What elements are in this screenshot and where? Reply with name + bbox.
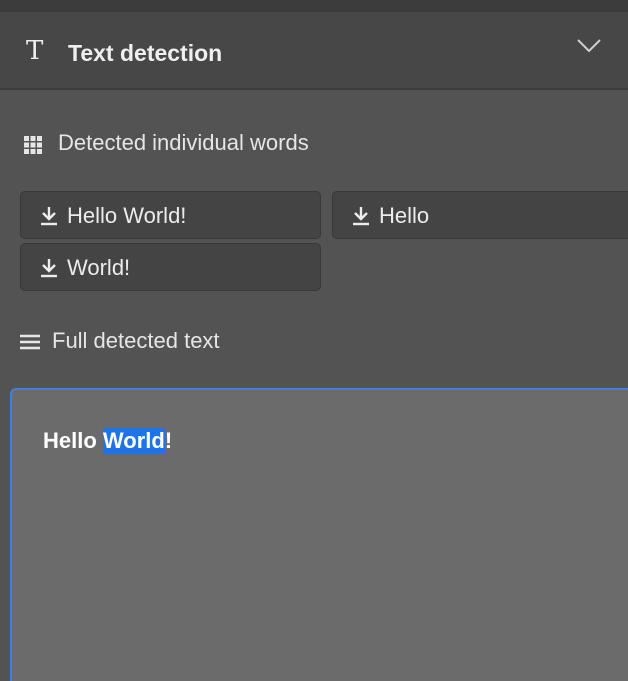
text-detection-header[interactable]: T Text detection bbox=[0, 12, 628, 90]
grid-icon bbox=[24, 136, 42, 159]
top-strip bbox=[0, 0, 628, 12]
full-text-content[interactable]: Hello World! bbox=[43, 428, 172, 454]
chevron-down-icon[interactable] bbox=[576, 38, 602, 59]
word-button-label: Hello bbox=[379, 203, 430, 228]
download-icon bbox=[39, 258, 59, 283]
word-button-world[interactable]: World! bbox=[20, 243, 321, 291]
full-text-area[interactable]: Hello World! bbox=[10, 388, 628, 681]
word-button-label: World! bbox=[67, 255, 131, 280]
text-after-selection: ! bbox=[164, 428, 173, 453]
full-text-label: Full detected text bbox=[52, 328, 220, 353]
word-button-label: Hello World! bbox=[67, 203, 187, 228]
detected-words-label: Detected individual words bbox=[58, 130, 309, 155]
panel-title: Text detection bbox=[68, 40, 223, 66]
text-before-selection: Hello bbox=[43, 428, 103, 453]
selected-text: World bbox=[102, 428, 165, 453]
download-icon bbox=[39, 206, 59, 231]
word-button-hello[interactable]: Hello bbox=[332, 191, 628, 239]
download-icon bbox=[351, 206, 371, 231]
word-button-hello-world[interactable]: Hello World! bbox=[20, 191, 321, 239]
menu-lines-icon bbox=[20, 334, 40, 355]
text-type-icon: T bbox=[26, 36, 44, 66]
